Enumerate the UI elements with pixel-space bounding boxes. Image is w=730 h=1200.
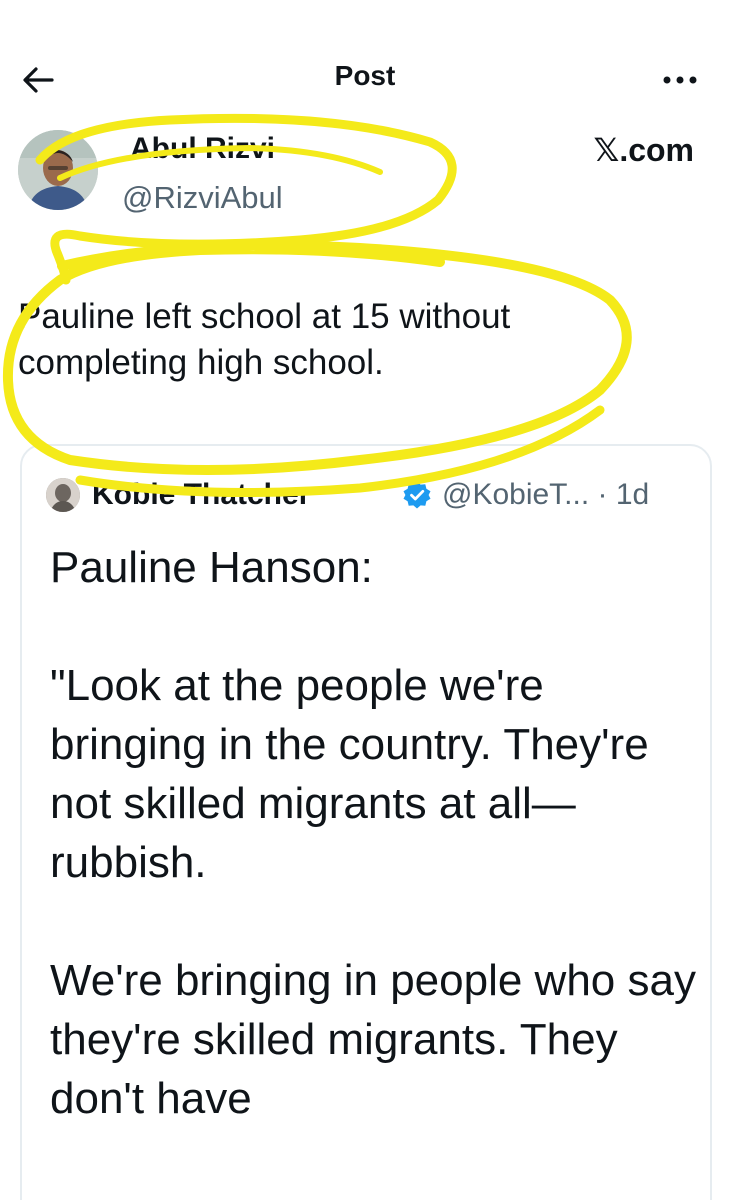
avatar[interactable] xyxy=(18,130,98,210)
tweet-text: Pauline left school at 15 without comple… xyxy=(18,297,511,382)
quoted-avatar[interactable] xyxy=(46,478,80,512)
top-bar: Post xyxy=(0,40,730,120)
quoted-tweet-text: Pauline Hanson: "Look at the people we'r… xyxy=(50,543,696,1123)
page-title: Post xyxy=(334,60,396,91)
x-brand-label: 𝕏.com xyxy=(593,132,694,168)
verified-badge-icon xyxy=(402,480,432,510)
quoted-author-handle[interactable]: @KobieT... · 1d xyxy=(442,476,649,514)
quoted-avatar-photo xyxy=(46,478,80,512)
author-handle[interactable]: @RizviAbul xyxy=(122,180,283,216)
quoted-tweet-card[interactable]: Kobie Thatcher @KobieT... · 1d Pauline H… xyxy=(20,444,712,1200)
quoted-tweet-header: Kobie Thatcher @KobieT... · 1d xyxy=(46,476,706,516)
quoted-author-name[interactable]: Kobie Thatcher xyxy=(92,476,310,514)
more-options-button[interactable] xyxy=(660,62,700,98)
post-page: Post Abul Rizvi @RizviAbul 𝕏.com Pauline… xyxy=(0,0,730,1200)
avatar-photo xyxy=(18,130,98,210)
author-name[interactable]: Abul Rizvi xyxy=(130,132,275,166)
more-horizontal-icon xyxy=(663,76,697,84)
